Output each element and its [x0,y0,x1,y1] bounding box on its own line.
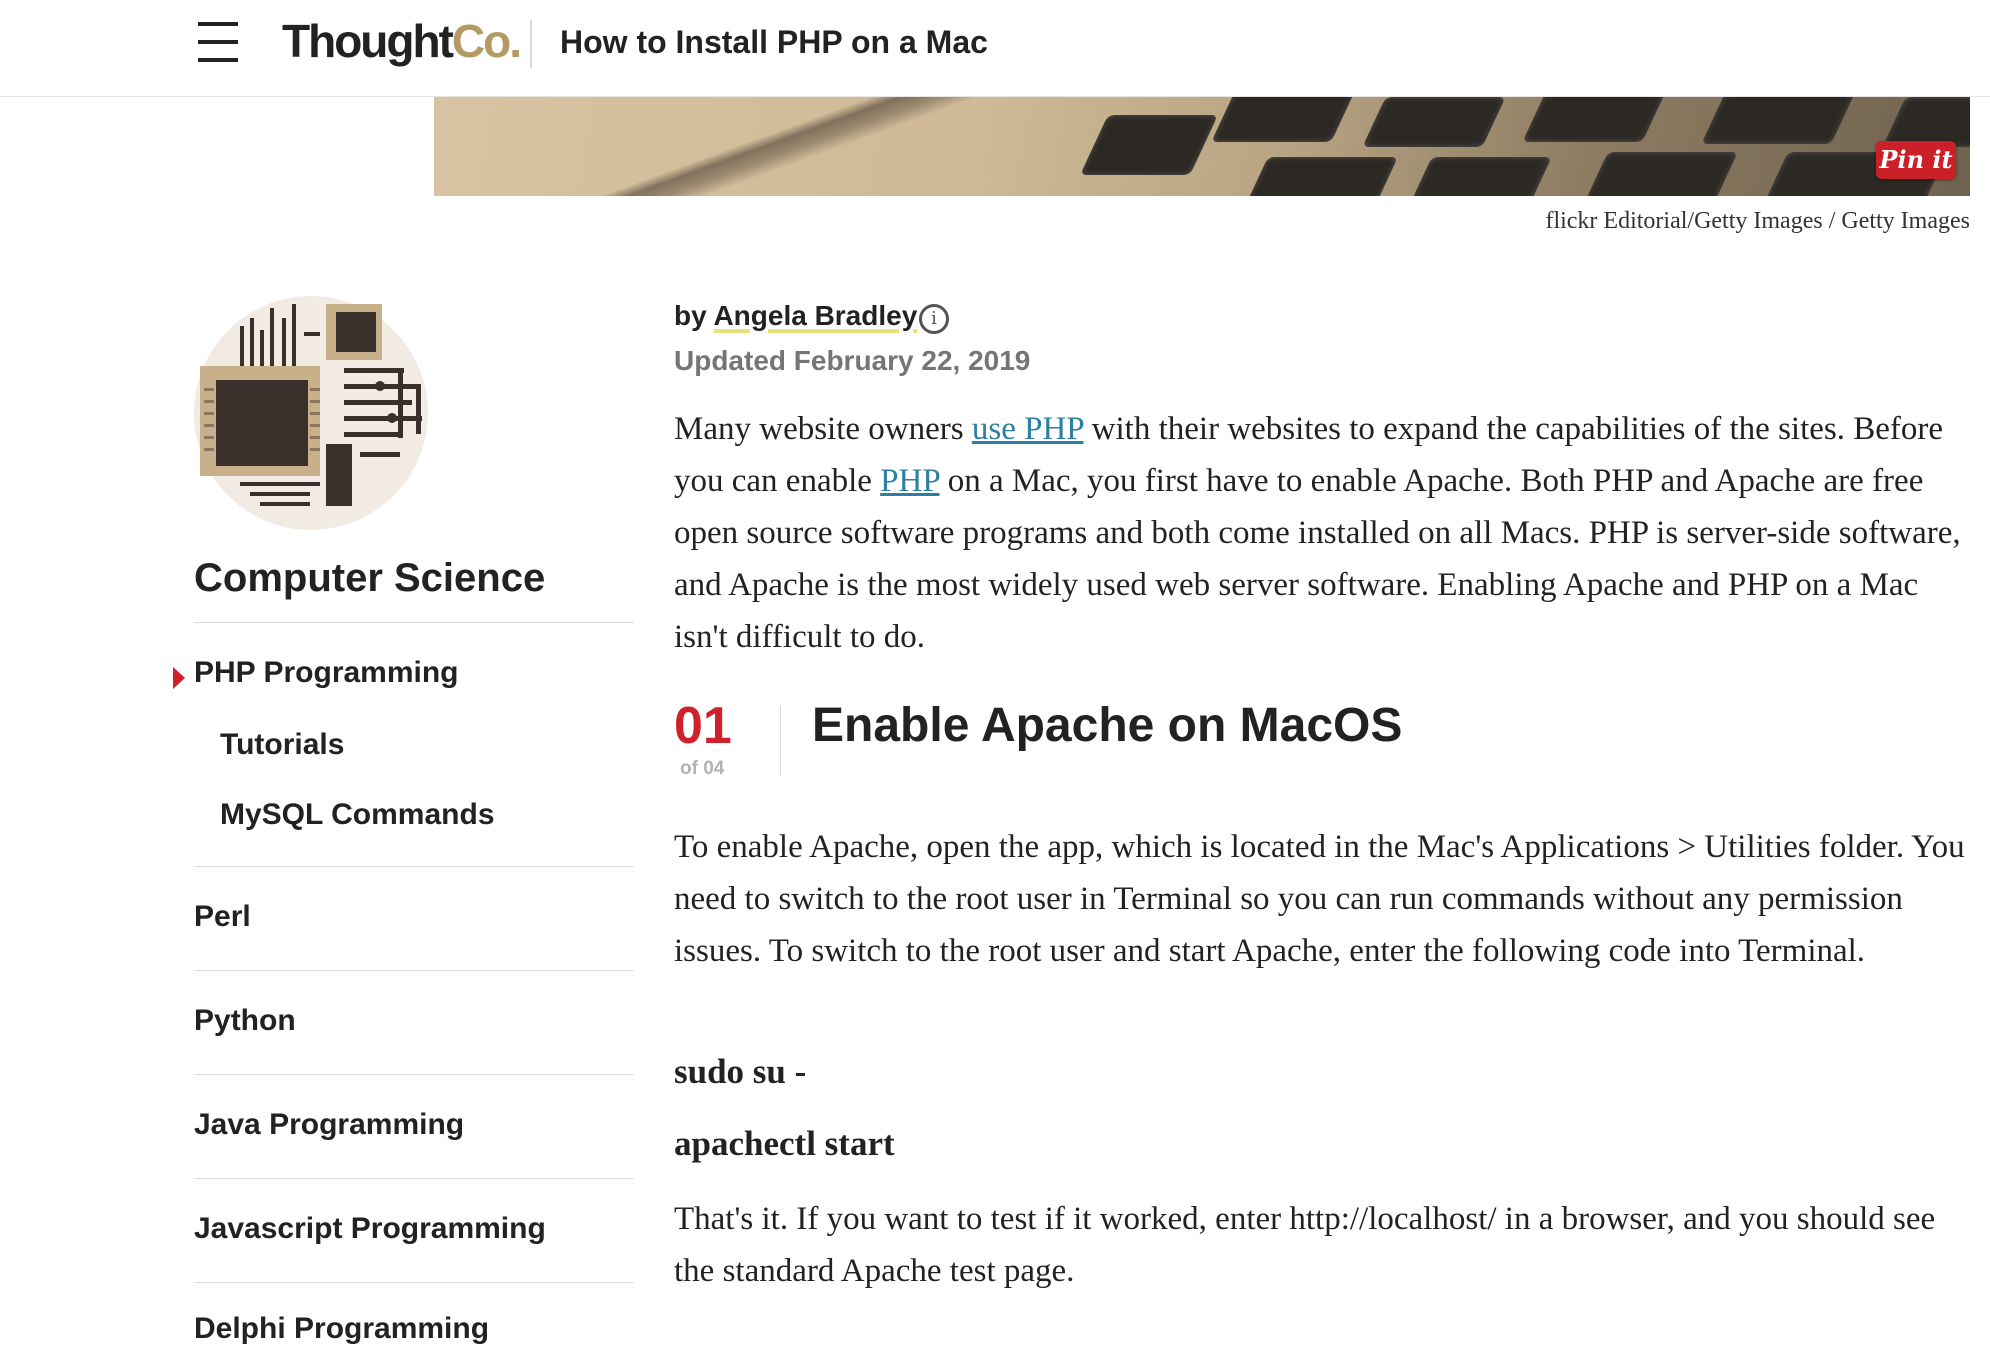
pin-it-button[interactable]: Pin it [1876,141,1956,179]
intro-paragraph: Many website owners use PHP with their w… [674,411,1961,655]
site-logo[interactable]: ThoughtCo. [282,14,522,68]
caret-right-icon [173,667,185,689]
sidebar-item-python[interactable]: Python [194,1004,296,1038]
divider [194,1178,634,1179]
sidebar-item-mysql-commands[interactable]: MySQL Commands [220,798,495,832]
author-link[interactable]: Angela Bradley [713,300,917,331]
divider [194,622,634,623]
sidebar-heading[interactable]: Computer Science [194,556,545,601]
sidebar-item-php-programming[interactable]: PHP Programming [194,656,459,690]
sidebar-item-java-programming[interactable]: Java Programming [194,1108,464,1142]
computer-science-illustration [194,296,428,530]
menu-icon[interactable] [196,20,240,64]
closing-paragraph: That's it. If you want to test if it wor… [674,1201,1936,1289]
divider [194,970,634,971]
code-line-1: sudo su - [674,1052,807,1091]
byline-prefix: by [674,300,707,331]
sidebar-item-javascript-programming[interactable]: Javascript Programming [194,1212,546,1246]
site-header: ThoughtCo. How to Install PHP on a Mac [0,0,1990,97]
step-count: of 04 [680,758,725,779]
code-line-2: apachectl start [674,1124,895,1163]
byline: by Angela Bradley [674,300,917,332]
php-link[interactable]: PHP [880,463,939,499]
step-number: 01 [674,697,732,755]
step-divider [780,706,781,776]
hero-image [434,97,1970,196]
image-credit: flickr Editorial/Getty Images / Getty Im… [1545,208,1970,234]
divider [194,1074,634,1075]
divider [194,866,634,867]
updated-date: Updated February 22, 2019 [674,345,1031,376]
sidebar-item-delphi-programming[interactable]: Delphi Programming [194,1312,489,1346]
step-body-paragraph: To enable Apache, open the app, which is… [674,829,1965,969]
sidebar-item-perl[interactable]: Perl [194,900,251,934]
sidebar-item-tutorials[interactable]: Tutorials [220,728,344,762]
step-title: Enable Apache on MacOS [812,699,1403,752]
header-divider [530,20,532,68]
divider [194,1282,634,1283]
logo-accent: Co. [451,15,522,67]
info-icon[interactable]: i [919,304,949,334]
logo-main: Thought [282,15,454,67]
header-article-title: How to Install PHP on a Mac [560,24,988,60]
use-php-link[interactable]: use PHP [972,411,1084,447]
